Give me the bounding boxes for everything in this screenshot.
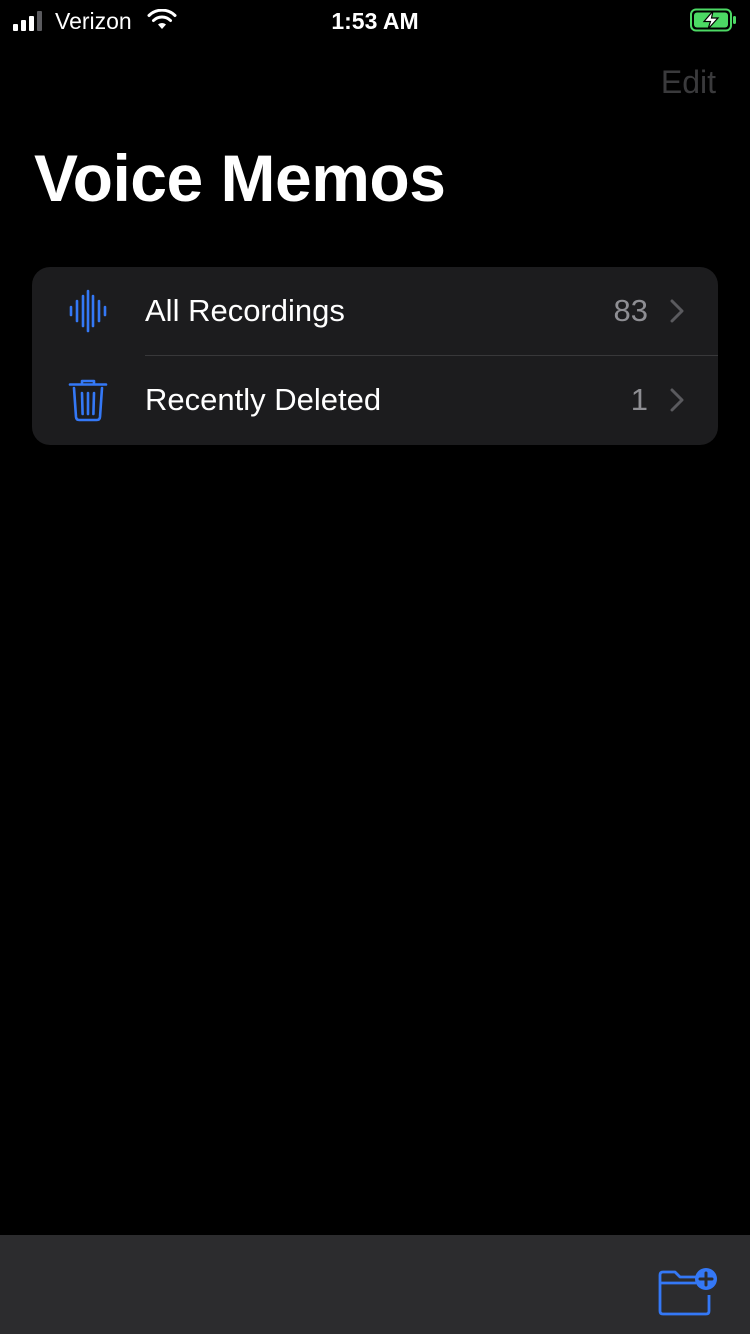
folder-list: All Recordings 83 Recently Deleted 1 bbox=[32, 267, 718, 445]
waveform-icon bbox=[69, 289, 107, 333]
battery-charging-icon bbox=[690, 8, 736, 32]
status-bar: Verizon 1:53 AM bbox=[0, 0, 750, 40]
page-title: Voice Memos bbox=[34, 141, 446, 215]
trash-icon bbox=[68, 379, 108, 422]
folder-count-all-recordings: 83 bbox=[613, 293, 648, 328]
folder-count-recently-deleted: 1 bbox=[630, 382, 648, 417]
folder-row-all-recordings[interactable]: All Recordings 83 bbox=[32, 267, 718, 355]
edit-button[interactable]: Edit bbox=[661, 64, 716, 101]
bottom-toolbar bbox=[0, 1235, 750, 1334]
chevron-right-icon bbox=[670, 299, 684, 323]
folder-row-recently-deleted[interactable]: Recently Deleted 1 bbox=[32, 356, 718, 444]
folder-label-recently-deleted: Recently Deleted bbox=[145, 382, 382, 417]
chevron-right-icon bbox=[670, 388, 684, 412]
status-time: 1:53 AM bbox=[331, 8, 419, 34]
folder-label-all-recordings: All Recordings bbox=[145, 293, 345, 328]
new-folder-icon[interactable] bbox=[656, 1267, 718, 1317]
